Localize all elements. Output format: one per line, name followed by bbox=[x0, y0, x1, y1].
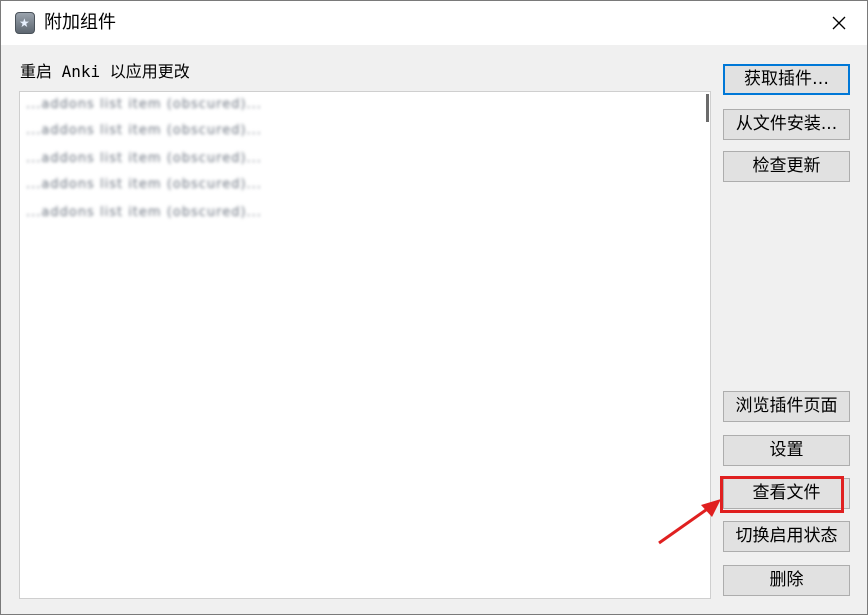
addon-list[interactable]: ...addons list item (obscured)... ...add… bbox=[19, 91, 711, 599]
anki-star-icon: ★ bbox=[15, 12, 35, 34]
highlight-box bbox=[720, 476, 844, 513]
list-item[interactable]: ...addons list item (obscured)... bbox=[26, 176, 261, 194]
addons-dialog: ★ 附加组件 重启 Anki 以应用更改 ...addons list item… bbox=[0, 0, 868, 615]
get-addons-button[interactable]: 获取插件… bbox=[723, 64, 850, 95]
browse-addon-page-button[interactable]: 浏览插件页面 bbox=[723, 391, 850, 422]
list-item[interactable]: ...addons list item (obscured)... bbox=[26, 204, 604, 222]
list-item[interactable]: ...addons list item (obscured)... bbox=[26, 96, 704, 114]
restart-notice: 重启 Anki 以应用更改 bbox=[20, 62, 190, 81]
settings-button[interactable]: 设置 bbox=[723, 435, 850, 466]
close-icon bbox=[832, 16, 846, 30]
delete-button[interactable]: 删除 bbox=[723, 565, 850, 596]
list-item[interactable]: ...addons list item (obscured)... bbox=[26, 122, 266, 140]
install-from-file-button[interactable]: 从文件安装... bbox=[723, 109, 850, 140]
title-bar: ★ 附加组件 bbox=[1, 1, 867, 45]
toggle-enabled-button[interactable]: 切换启用状态 bbox=[723, 521, 850, 552]
close-button[interactable] bbox=[821, 7, 857, 39]
window-title: 附加组件 bbox=[44, 12, 116, 33]
list-scrollbar[interactable] bbox=[706, 94, 709, 122]
check-updates-button[interactable]: 检查更新 bbox=[723, 151, 850, 182]
red-arrow-icon bbox=[658, 499, 721, 545]
list-item[interactable]: ...addons list item (obscured)... bbox=[26, 150, 416, 168]
